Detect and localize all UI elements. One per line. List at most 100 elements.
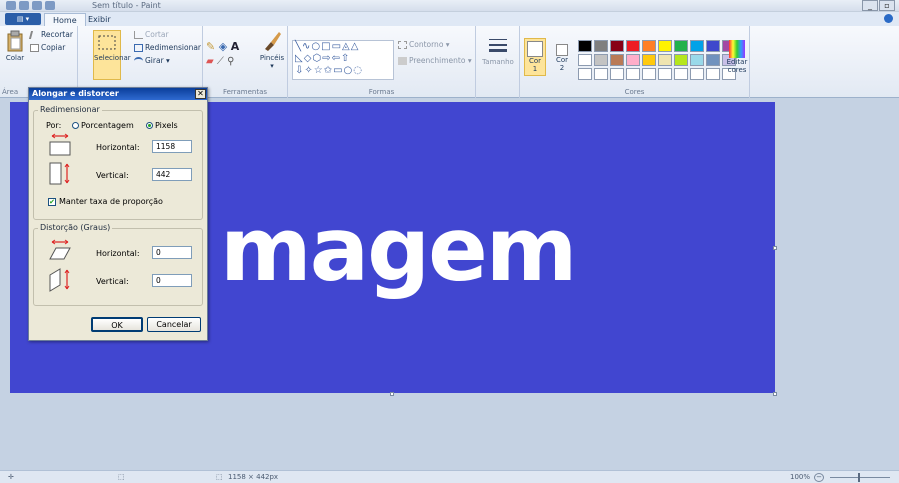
crop-icon (134, 31, 143, 39)
color1-label: Cor (528, 57, 542, 65)
copy-button[interactable]: Copiar (30, 43, 65, 52)
skew-fieldset: Distorção (Graus) Horizontal: 0 Vertical… (33, 223, 203, 306)
color-swatch[interactable] (690, 68, 704, 80)
clipboard-icon (7, 30, 23, 52)
color1-button[interactable]: Cor 1 (524, 38, 546, 76)
color-swatch[interactable] (626, 68, 640, 80)
copy-label: Copiar (41, 43, 66, 52)
color-swatch[interactable] (642, 40, 656, 52)
color-swatch[interactable] (578, 54, 592, 66)
resize-handle-bottom[interactable] (390, 392, 394, 396)
zoom-slider-thumb[interactable] (858, 473, 860, 482)
tools-row-1: ✎ ◈ A (206, 40, 239, 53)
redo-icon[interactable] (45, 1, 55, 10)
cut-label: Recortar (41, 30, 73, 39)
color-swatch[interactable] (658, 68, 672, 80)
pixels-radio[interactable]: Pixels (146, 121, 178, 130)
brushes-button[interactable]: Pincéis ▾ (259, 30, 285, 70)
maximize-button[interactable]: ▫ (879, 0, 895, 11)
color-swatch[interactable] (658, 54, 672, 66)
by-label: Por: (46, 121, 62, 130)
skew-horizontal-input[interactable]: 0 (152, 246, 192, 259)
title-bar: Sem título - Paint _ ▫ (0, 0, 899, 12)
color2-button[interactable]: Cor 2 (552, 44, 572, 72)
color-swatch[interactable] (610, 40, 624, 52)
resize-button[interactable]: Redimensionar (134, 43, 201, 52)
image-size: 1158 × 442px (228, 473, 279, 481)
crop-button[interactable]: Cortar (134, 30, 169, 39)
magnifier-icon[interactable]: ⚲ (227, 56, 234, 67)
color-swatch[interactable] (642, 68, 656, 80)
minimize-button[interactable]: _ (862, 0, 878, 11)
horizontal-skew-icon (49, 239, 71, 260)
skew-vertical-input[interactable]: 0 (152, 274, 192, 287)
color-swatch[interactable] (626, 54, 640, 66)
color-swatch[interactable] (690, 54, 704, 66)
paste-button[interactable]: Colar (4, 30, 26, 62)
copy-icon (30, 44, 39, 52)
color-swatch[interactable] (626, 40, 640, 52)
color-swatch[interactable] (690, 40, 704, 52)
color-swatch[interactable] (674, 68, 688, 80)
undo-icon[interactable] (32, 1, 42, 10)
color-swatch[interactable] (594, 40, 608, 52)
tab-exibir[interactable]: Exibir (80, 13, 119, 26)
cut-button[interactable]: Recortar (28, 30, 73, 39)
color-swatch[interactable] (594, 54, 608, 66)
resize-horizontal-label: Horizontal: (96, 143, 140, 152)
outline-button[interactable]: Contorno ▾ (398, 40, 450, 49)
status-bar: ✛ ⬚ ⬚ 1158 × 442px 100% − (0, 470, 899, 483)
text-icon[interactable]: A (231, 40, 240, 53)
edit-colors-button[interactable]: Editar cores (724, 40, 750, 74)
brushes-dropdown-arrow: ▾ (270, 62, 274, 70)
color-swatch[interactable] (674, 54, 688, 66)
size-button[interactable]: Tamanho (482, 36, 514, 66)
color-swatch[interactable] (578, 40, 592, 52)
resize-vertical-input[interactable]: 442 (152, 168, 192, 181)
color-swatch[interactable] (706, 68, 720, 80)
pixels-radio-circle[interactable] (146, 122, 153, 129)
color-swatch[interactable] (706, 54, 720, 66)
color-swatch[interactable] (610, 68, 624, 80)
color-swatch[interactable] (642, 54, 656, 66)
zoom-slider[interactable] (830, 477, 890, 478)
zoom-out-button[interactable]: − (814, 473, 824, 482)
percent-radio[interactable]: Porcentagem (72, 121, 134, 130)
cancel-button[interactable]: Cancelar (147, 317, 201, 332)
resize-horizontal-input[interactable]: 1158 (152, 140, 192, 153)
fill-icon[interactable]: ◈ (219, 40, 227, 53)
fill-button[interactable]: Preenchimento ▾ (398, 56, 472, 65)
pencil-icon[interactable]: ✎ (206, 40, 215, 53)
image-size-icon: ⬚ (216, 473, 223, 481)
eraser-icon[interactable]: ▰ (206, 56, 214, 67)
rotate-button[interactable]: Girar ▾ (134, 56, 170, 65)
paint-menu-button[interactable]: ▤ ▾ (5, 13, 41, 25)
shapes-gallery[interactable]: ╲∿○□▭◬△ ◺◇⬡⇨⇦⇧ ⇩✧☆✩▭○◌ (292, 40, 394, 80)
color-swatch[interactable] (706, 40, 720, 52)
window-title: Sem título - Paint (92, 1, 161, 10)
dialog-title-bar[interactable]: Alongar e distorcer ✕ (29, 88, 207, 100)
color-swatch[interactable] (658, 40, 672, 52)
outline-label: Contorno (409, 40, 444, 49)
resize-handle-right[interactable] (773, 246, 777, 250)
keep-ratio-check[interactable]: ✔ (48, 197, 56, 206)
color-spectrum-icon (729, 40, 745, 58)
color-swatch[interactable] (578, 68, 592, 80)
resize-handle-corner[interactable] (773, 392, 777, 396)
save-icon[interactable] (19, 1, 29, 10)
color2-number: 2 (559, 64, 565, 72)
keep-ratio-checkbox[interactable]: ✔ Manter taxa de proporção (48, 197, 163, 206)
color-picker-icon[interactable]: ⟋ (217, 56, 224, 67)
percent-radio-circle[interactable] (72, 122, 79, 129)
pixels-label: Pixels (155, 121, 178, 130)
ok-button[interactable]: OK (91, 317, 143, 332)
help-icon[interactable] (884, 14, 893, 23)
color-swatch[interactable] (674, 40, 688, 52)
color-swatch[interactable] (594, 68, 608, 80)
horizontal-resize-icon (49, 133, 71, 156)
select-button[interactable]: Selecionar (93, 30, 131, 80)
size-group: Tamanho (476, 26, 520, 98)
paint-app-icon[interactable] (6, 1, 16, 10)
color-swatch[interactable] (610, 54, 624, 66)
dialog-close-button[interactable]: ✕ (195, 89, 206, 99)
